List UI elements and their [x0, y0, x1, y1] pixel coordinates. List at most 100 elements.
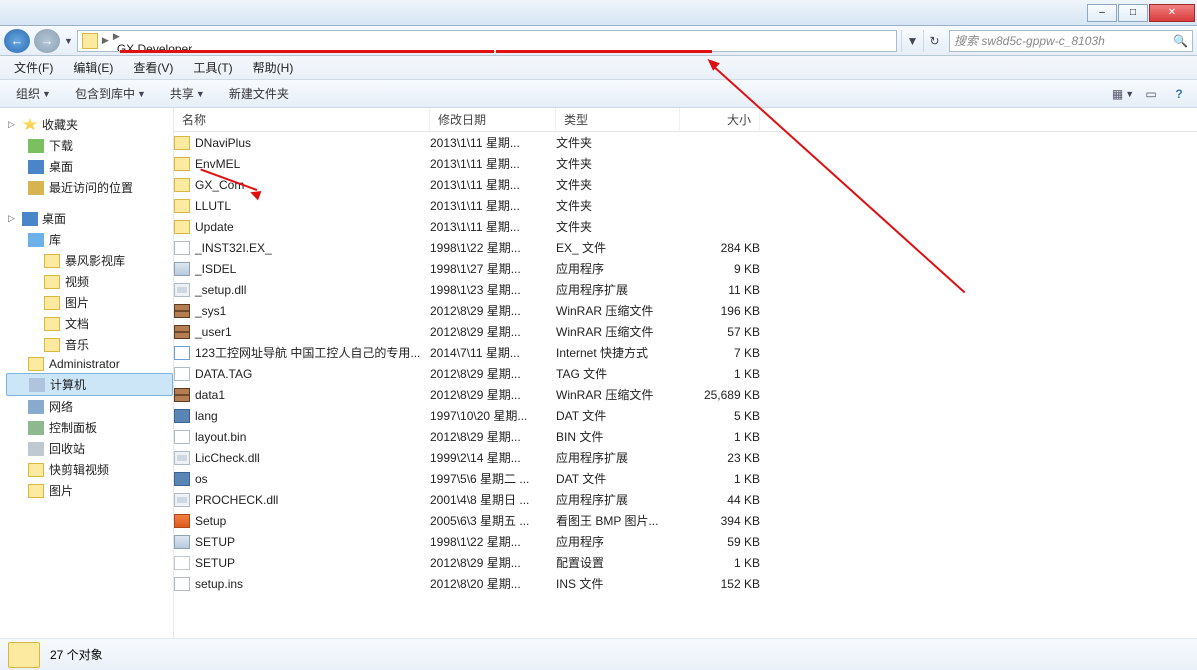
- file-icon: [174, 514, 190, 528]
- file-pane: 名称 修改日期 类型 大小 DNaviPlus2013\1\11 星期...文件…: [174, 108, 1197, 638]
- menu-tools[interactable]: 工具(T): [185, 57, 240, 78]
- help-button[interactable]: ?: [1167, 84, 1191, 104]
- file-icon: [174, 535, 190, 549]
- refresh-button[interactable]: ↻: [923, 30, 945, 52]
- sidebar-item[interactable]: 暴风影视库: [6, 250, 173, 271]
- table-row[interactable]: Setup2005\6\3 星期五 ...看图王 BMP 图片...394 KB: [174, 510, 1197, 531]
- table-row[interactable]: SETUP1998\1\22 星期...应用程序59 KB: [174, 531, 1197, 552]
- table-row[interactable]: SETUP2012\8\29 星期...配置设置1 KB: [174, 552, 1197, 573]
- file-type: 应用程序: [556, 533, 680, 550]
- table-row[interactable]: data12012\8\29 星期...WinRAR 压缩文件25,689 KB: [174, 384, 1197, 405]
- star-icon: [22, 118, 38, 132]
- file-size: 394 KB: [680, 514, 760, 528]
- preview-pane-button[interactable]: ▭: [1139, 84, 1163, 104]
- sidebar-item-label: 下载: [49, 137, 73, 154]
- search-input[interactable]: 搜索 sw8d5c-gppw-c_8103h 🔍: [949, 30, 1193, 52]
- file-date: 2001\4\8 星期日 ...: [430, 491, 556, 508]
- table-row[interactable]: GX_Com2013\1\11 星期...文件夹: [174, 174, 1197, 195]
- new-folder-button[interactable]: 新建文件夹: [219, 83, 299, 104]
- maximize-button[interactable]: □: [1118, 4, 1148, 22]
- back-button[interactable]: ←: [4, 29, 30, 53]
- table-row[interactable]: _sys12012\8\29 星期...WinRAR 压缩文件196 KB: [174, 300, 1197, 321]
- sidebar-item[interactable]: 文档: [6, 313, 173, 334]
- col-date[interactable]: 修改日期: [430, 108, 556, 131]
- address-dropdown[interactable]: ▼: [901, 30, 923, 52]
- table-row[interactable]: DNaviPlus2013\1\11 星期...文件夹: [174, 132, 1197, 153]
- file-icon: [174, 304, 190, 318]
- sidebar-item[interactable]: 回收站: [6, 438, 173, 459]
- table-row[interactable]: EnvMEL2013\1\11 星期...文件夹: [174, 153, 1197, 174]
- file-date: 1997\5\6 星期二 ...: [430, 470, 556, 487]
- sidebar-item[interactable]: 桌面: [6, 156, 173, 177]
- sidebar-item[interactable]: 库: [6, 229, 173, 250]
- table-row[interactable]: _INST32I.EX_1998\1\22 星期...EX_ 文件284 KB: [174, 237, 1197, 258]
- sidebar-item-icon: [28, 442, 44, 456]
- file-date: 1998\1\27 星期...: [430, 260, 556, 277]
- favorites-header[interactable]: ▷收藏夹: [6, 114, 173, 135]
- sidebar-item-label: 快剪辑视频: [49, 461, 109, 478]
- chevron-right-icon[interactable]: ▶: [111, 31, 122, 41]
- sidebar-item[interactable]: 计算机: [6, 373, 173, 396]
- menu-file[interactable]: 文件(F): [6, 57, 61, 78]
- sidebar-item[interactable]: 最近访问的位置: [6, 177, 173, 198]
- sidebar-item-icon: [44, 338, 60, 352]
- sidebar-item[interactable]: Administrator: [6, 355, 173, 373]
- toolbar: 组织▼ 包含到库中▼ 共享▼ 新建文件夹 ▦▼ ▭ ?: [0, 80, 1197, 108]
- sidebar-item-label: 图片: [49, 482, 73, 499]
- file-icon: [174, 430, 190, 444]
- sidebar-item-label: 网络: [49, 398, 73, 415]
- organize-button[interactable]: 组织▼: [6, 83, 61, 104]
- table-row[interactable]: setup.ins2012\8\20 星期...INS 文件152 KB: [174, 573, 1197, 594]
- file-size: 44 KB: [680, 493, 760, 507]
- file-size: 57 KB: [680, 325, 760, 339]
- file-name: _setup.dll: [195, 283, 246, 297]
- table-row[interactable]: os1997\5\6 星期二 ...DAT 文件1 KB: [174, 468, 1197, 489]
- share-button[interactable]: 共享▼: [160, 83, 215, 104]
- table-row[interactable]: layout.bin2012\8\29 星期...BIN 文件1 KB: [174, 426, 1197, 447]
- address-bar[interactable]: ▶ BaiduNetdiskDownload▶GX Developer V8.1…: [77, 30, 897, 52]
- sidebar-item[interactable]: 快剪辑视频: [6, 459, 173, 480]
- menu-view[interactable]: 查看(V): [125, 57, 181, 78]
- menu-help[interactable]: 帮助(H): [245, 57, 302, 78]
- sidebar-item[interactable]: 音乐: [6, 334, 173, 355]
- file-name: _INST32I.EX_: [195, 241, 272, 255]
- file-icon: [174, 241, 190, 255]
- forward-button[interactable]: →: [34, 29, 60, 53]
- file-type: 文件夹: [556, 155, 680, 172]
- table-row[interactable]: _user12012\8\29 星期...WinRAR 压缩文件57 KB: [174, 321, 1197, 342]
- include-in-library-button[interactable]: 包含到库中▼: [65, 83, 156, 104]
- file-name: SETUP: [195, 535, 235, 549]
- close-button[interactable]: ✕: [1149, 4, 1195, 22]
- table-row[interactable]: _ISDEL1998\1\27 星期...应用程序9 KB: [174, 258, 1197, 279]
- sidebar-item[interactable]: 图片: [6, 292, 173, 313]
- file-date: 2012\8\29 星期...: [430, 323, 556, 340]
- col-type[interactable]: 类型: [556, 108, 680, 131]
- col-name[interactable]: 名称: [174, 108, 430, 131]
- history-dropdown[interactable]: ▼: [64, 36, 73, 46]
- table-row[interactable]: LLUTL2013\1\11 星期...文件夹: [174, 195, 1197, 216]
- file-date: 2012\8\29 星期...: [430, 386, 556, 403]
- desktop-header[interactable]: ▷桌面: [6, 208, 173, 229]
- table-row[interactable]: lang1997\10\20 星期...DAT 文件5 KB: [174, 405, 1197, 426]
- table-row[interactable]: 123工控网址导航 中国工控人自己的专用...2014\7\11 星期...In…: [174, 342, 1197, 363]
- sidebar-item[interactable]: 控制面板: [6, 417, 173, 438]
- file-icon: [174, 325, 190, 339]
- table-row[interactable]: _setup.dll1998\1\23 星期...应用程序扩展11 KB: [174, 279, 1197, 300]
- file-icon: [174, 136, 190, 150]
- sidebar-item[interactable]: 下载: [6, 135, 173, 156]
- table-row[interactable]: Update2013\1\11 星期...文件夹: [174, 216, 1197, 237]
- col-size[interactable]: 大小: [680, 108, 760, 131]
- sidebar-item[interactable]: 视频: [6, 271, 173, 292]
- sidebar-item[interactable]: 图片: [6, 480, 173, 501]
- menu-edit[interactable]: 编辑(E): [65, 57, 121, 78]
- file-date: 1998\1\22 星期...: [430, 239, 556, 256]
- view-mode-button[interactable]: ▦▼: [1111, 84, 1135, 104]
- table-row[interactable]: DATA.TAG2012\8\29 星期...TAG 文件1 KB: [174, 363, 1197, 384]
- minimize-button[interactable]: –: [1087, 4, 1117, 22]
- file-name: layout.bin: [195, 430, 246, 444]
- table-row[interactable]: PROCHECK.dll2001\4\8 星期日 ...应用程序扩展44 KB: [174, 489, 1197, 510]
- sidebar-item[interactable]: 网络: [6, 396, 173, 417]
- main-area: ▷收藏夹 下载桌面最近访问的位置 ▷桌面 库暴风影视库视频图片文档音乐Admin…: [0, 108, 1197, 638]
- table-row[interactable]: LicCheck.dll1999\2\14 星期...应用程序扩展23 KB: [174, 447, 1197, 468]
- sidebar-item-label: 音乐: [65, 336, 89, 353]
